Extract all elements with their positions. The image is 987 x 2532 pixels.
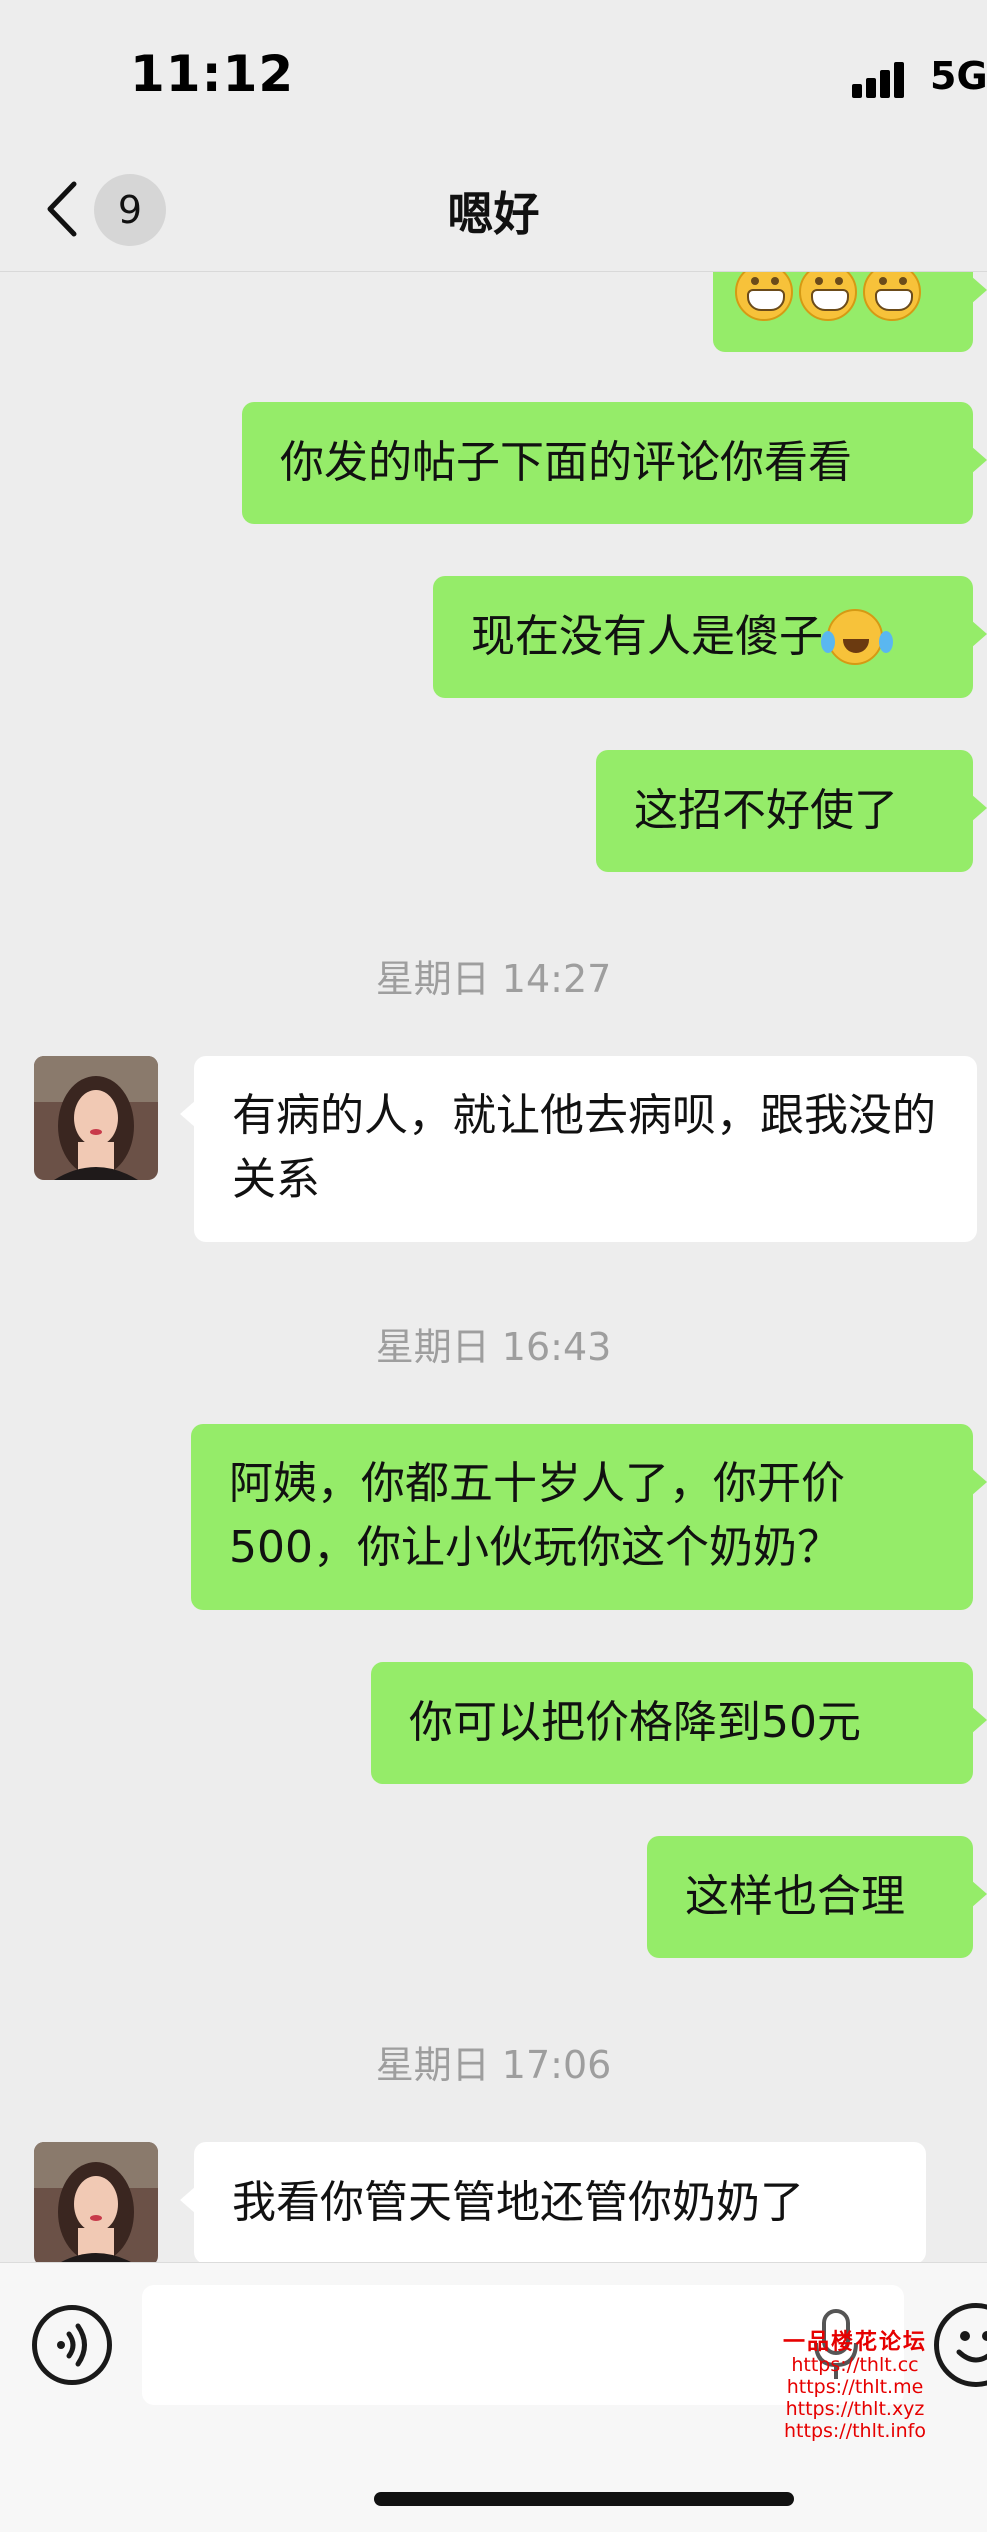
message-bubble-out[interactable]: 阿姨，你都五十岁人了，你开价500，你让小伙玩你这个奶奶？ [191,1424,987,1610]
message-text: 这样也合理 [685,1871,905,1922]
contact-avatar[interactable] [34,1056,158,1180]
message-bubble-out[interactable]: 这样也合理 [647,1836,987,1958]
contact-avatar[interactable] [34,2142,158,2262]
chat-screen: 11:12 5G 9 嗯好 你发的帖子下面的评论你看看 现在没有人是傻子 这招不… [0,0,987,2532]
message-text: 现在没有人是傻子 [471,611,823,662]
watermark: 一品楼花论坛 https://thlt.cc https://thlt.me h… [755,2330,955,2443]
status-time: 11:12 [130,45,295,103]
message-text: 阿姨，你都五十岁人了，你开价500，你让小伙玩你这个奶奶？ [229,1458,845,1573]
message-bubble-in[interactable]: 有病的人，就让他去病呗，跟我没的关系 [180,1056,977,1242]
timestamp: 星期日 16:43 [375,1325,612,1369]
network-type: 5G [930,54,987,98]
watermark-title: 一品楼花论坛 [782,2330,927,2355]
watermark-line: https://thlt.me [786,2376,924,2398]
message-text: 这招不好使了 [634,785,898,836]
chat-header: 9 嗯好 [0,150,987,272]
crying-laughing-emoji-icon [821,609,883,665]
grin-emoji-icon [799,272,857,321]
message-bubble-out[interactable]: 这招不好使了 [596,750,987,872]
voice-mode-icon[interactable] [32,2305,112,2385]
chat-title: 嗯好 [447,187,540,241]
watermark-line: https://thlt.cc [791,2354,919,2376]
home-indicator[interactable] [374,2492,794,2506]
grin-emoji-icon [863,272,921,321]
message-bubble-out[interactable]: 现在没有人是傻子 [433,576,987,698]
message-text: 我看你管天管地还管你奶奶了 [232,2177,804,2228]
message-text: 你发的帖子下面的评论你看看 [280,437,852,488]
status-bar: 11:12 5G [0,0,987,150]
message-bubble-in[interactable]: 我看你管天管地还管你奶奶了 [180,2142,926,2262]
timestamp: 星期日 17:06 [375,2043,612,2087]
message-bubble-out[interactable]: 你发的帖子下面的评论你看看 [242,402,987,524]
message-bubble-out[interactable]: 你可以把价格降到50元 [371,1662,987,1784]
message-text: 有病的人，就让他去病呗，跟我没的关系 [232,1090,936,1205]
message-list[interactable]: 你发的帖子下面的评论你看看 现在没有人是傻子 这招不好使了 星期日 14:27 … [0,272,987,2262]
message-text: 你可以把价格降到50元 [409,1697,861,1748]
watermark-line: https://thlt.xyz [785,2398,925,2420]
grin-emoji-icon [735,272,793,321]
message-bubble-out[interactable] [713,272,987,352]
signal-icon [852,62,912,98]
watermark-line: https://thlt.info [784,2420,926,2442]
timestamp: 星期日 14:27 [375,957,612,1001]
